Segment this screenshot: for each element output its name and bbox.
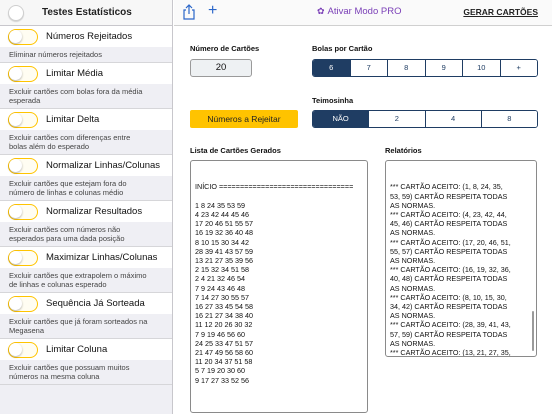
toggle-knob [9, 204, 22, 218]
num-cards-field[interactable]: 20 [190, 59, 252, 77]
teimosinha-option[interactable]: 4 [424, 111, 481, 127]
toggle-switch[interactable] [8, 65, 38, 82]
toggle-switch[interactable] [8, 295, 38, 312]
sidebar-item-description: Excluir cartões que já foram sorteados n… [0, 314, 172, 338]
sidebar-item-label: Normalizar Resultados [46, 206, 143, 217]
reject-numbers-button[interactable]: Números a Rejeitar [190, 110, 298, 128]
toggle-knob [9, 250, 22, 264]
cards-list-text: INÍCIO ================================ … [195, 182, 354, 385]
balls-option[interactable]: 10 [462, 60, 500, 76]
sidebar-item-label: Limitar Delta [46, 114, 100, 125]
sidebar-item-description: Eliminar números rejeitados [0, 47, 172, 62]
balls-option[interactable]: 6 [313, 60, 350, 76]
toggle-knob [9, 296, 22, 310]
toggle-knob [9, 342, 22, 356]
toggle-switch[interactable] [8, 28, 38, 45]
activate-pro-button[interactable]: ✿ Ativar Modo PRO [317, 6, 401, 17]
flower-icon: ✿ [317, 6, 325, 16]
sidebar-item: Normalizar Linhas/Colunas Excluir cartões… [0, 155, 172, 201]
toolbar: + ✿ Ativar Modo PRO GERAR CARTÕES [174, 0, 552, 26]
sidebar-item-description: Excluir cartões que possuam muitos númer… [0, 360, 172, 384]
reports-textbox[interactable]: *** CARTÃO ACEITO: (1, 8, 24, 35, 53, 59… [385, 160, 537, 357]
generate-cards-button[interactable]: GERAR CARTÕES [463, 7, 538, 17]
sidebar: Testes Estatísticos Números Rejeitados El… [0, 0, 173, 414]
main-panel: Número de Cartões 20 Bolas por Cartão 67… [174, 27, 552, 414]
sidebar-item-row[interactable]: Limitar Delta [0, 109, 172, 130]
sidebar-header: Testes Estatísticos [0, 0, 172, 26]
cards-list-label: Lista de Cartões Gerados [190, 146, 281, 155]
balls-option[interactable]: 9 [424, 60, 462, 76]
toggle-switch[interactable] [8, 249, 38, 266]
sidebar-item-description: Excluir cartões com diferenças entre bol… [0, 130, 172, 154]
teimosinha-option[interactable]: NÃO [313, 111, 369, 127]
sidebar-item: Maximizar Linhas/Colunas Excluir cartões … [0, 247, 172, 293]
sidebar-item-row[interactable]: Maximizar Linhas/Colunas [0, 247, 172, 268]
sidebar-item-label: Números Rejeitados [46, 31, 133, 42]
toggle-knob [9, 112, 22, 126]
sidebar-item-description: Excluir cartões com números não esperado… [0, 222, 172, 246]
teimosinha-segmented: NÃO 2 4 8 [312, 110, 538, 128]
balls-option[interactable]: 7 [349, 60, 387, 76]
sidebar-item: Números Rejeitados Eliminar números rejei… [0, 26, 172, 63]
reports-text: *** CARTÃO ACEITO: (1, 8, 24, 35, 53, 59… [390, 182, 511, 357]
sidebar-item-row[interactable]: Normalizar Linhas/Colunas [0, 155, 172, 176]
balls-per-card-segmented: 6 7 8 9 10 + [312, 59, 538, 77]
sidebar-item-description: Excluir cartões que estejam fora do núme… [0, 176, 172, 200]
master-toggle[interactable] [8, 4, 24, 21]
teimosinha-label: Teimosinha [312, 96, 354, 105]
sidebar-item-label: Sequência Já Sorteada [46, 298, 145, 309]
sidebar-list: Números Rejeitados Eliminar números rejei… [0, 26, 172, 385]
balls-option[interactable]: 8 [387, 60, 425, 76]
reports-scrollbar[interactable] [532, 311, 534, 351]
toggle-knob [9, 158, 22, 172]
balls-option[interactable]: + [499, 60, 537, 76]
sidebar-item-row[interactable]: Números Rejeitados [0, 26, 172, 47]
sidebar-item: Limitar Média Excluir cartões com bolas f… [0, 63, 172, 109]
sidebar-item-description: Excluir cartões que extrapolem o máximo … [0, 268, 172, 292]
sidebar-item-label: Limitar Coluna [46, 344, 108, 355]
toggle-switch[interactable] [8, 111, 38, 128]
sidebar-item: Sequência Já Sorteada Excluir cartões que… [0, 293, 172, 339]
toggle-switch[interactable] [8, 157, 38, 174]
balls-per-card-label: Bolas por Cartão [312, 44, 373, 53]
toggle-knob [9, 29, 22, 43]
share-icon[interactable] [182, 4, 196, 20]
sidebar-item-description: Excluir cartões com bolas fora da média … [0, 84, 172, 108]
cards-list-textbox[interactable]: INÍCIO ================================ … [190, 160, 368, 413]
toggle-knob [9, 66, 22, 80]
toggle-switch[interactable] [8, 203, 38, 220]
reports-label: Relatórios [385, 146, 422, 155]
teimosinha-option[interactable]: 2 [368, 111, 425, 127]
sidebar-item-label: Maximizar Linhas/Colunas [46, 252, 158, 263]
toggle-switch[interactable] [8, 341, 38, 358]
sidebar-item-row[interactable]: Normalizar Resultados [0, 201, 172, 222]
sidebar-item-label: Normalizar Linhas/Colunas [46, 160, 161, 171]
plus-icon[interactable]: + [208, 2, 217, 20]
sidebar-title: Testes Estatísticos [42, 7, 132, 18]
sidebar-item-row[interactable]: Limitar Coluna [0, 339, 172, 360]
sidebar-item: Limitar Coluna Excluir cartões que possua… [0, 339, 172, 385]
activate-pro-label: Ativar Modo PRO [327, 6, 402, 17]
sidebar-item-label: Limitar Média [46, 68, 104, 79]
sidebar-item: Limitar Delta Excluir cartões com diferen… [0, 109, 172, 155]
sidebar-item-row[interactable]: Limitar Média [0, 63, 172, 84]
num-cards-label: Número de Cartões [190, 44, 260, 53]
sidebar-item-row[interactable]: Sequência Já Sorteada [0, 293, 172, 314]
teimosinha-option[interactable]: 8 [480, 111, 537, 127]
sidebar-item: Normalizar Resultados Excluir cartões com… [0, 201, 172, 247]
